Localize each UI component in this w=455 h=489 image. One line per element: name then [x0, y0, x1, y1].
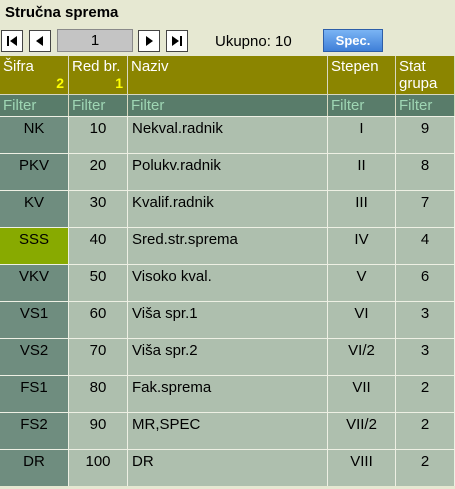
table-row[interactable]: SSS 40 Sred.str.sprema IV 4 [0, 227, 455, 264]
cell-stat-grupa[interactable]: 2 [396, 412, 455, 449]
cell-naziv[interactable]: Polukv.radnik [128, 153, 328, 190]
cell-sifra[interactable]: SSS [0, 227, 69, 264]
cell-stepen[interactable]: III [328, 190, 396, 227]
column-header-red-br[interactable]: Red br. 1 [69, 56, 128, 94]
table-row[interactable]: FS1 80 Fak.sprema VII 2 [0, 375, 455, 412]
cell-stat-grupa[interactable]: 6 [396, 264, 455, 301]
total-count: Ukupno: 10 [215, 33, 292, 50]
cell-sifra[interactable]: KV [0, 190, 69, 227]
cell-red-br[interactable]: 40 [69, 227, 128, 264]
table-row[interactable]: VKV 50 Visoko kval. V 6 [0, 264, 455, 301]
cell-stat-grupa[interactable]: 7 [396, 190, 455, 227]
cell-naziv[interactable]: Kvalif.radnik [128, 190, 328, 227]
window-title: Stručna sprema [5, 4, 119, 21]
prev-page-icon [36, 36, 43, 46]
table-row[interactable]: VS1 60 Viša spr.1 VI 3 [0, 301, 455, 338]
column-header-naziv[interactable]: Naziv [128, 56, 328, 94]
column-header-stepen[interactable]: Stepen [328, 56, 396, 94]
cell-sifra[interactable]: VS2 [0, 338, 69, 375]
cell-red-br[interactable]: 20 [69, 153, 128, 190]
column-header-sifra[interactable]: Šifra 2 [0, 56, 69, 94]
table-row[interactable]: KV 30 Kvalif.radnik III 7 [0, 190, 455, 227]
cell-stat-grupa[interactable]: 2 [396, 449, 455, 486]
cell-sifra[interactable]: VKV [0, 264, 69, 301]
filter-red-br[interactable]: Filter [69, 94, 128, 116]
cell-red-br[interactable]: 60 [69, 301, 128, 338]
page-number-field[interactable]: 1 [57, 29, 133, 52]
cell-stepen[interactable]: VI/2 [328, 338, 396, 375]
sort-order-badge: 2 [56, 75, 64, 91]
prev-page-button[interactable] [29, 30, 51, 52]
first-page-icon [7, 36, 17, 46]
table-row[interactable]: FS2 90 MR,SPEC VII/2 2 [0, 412, 455, 449]
cell-naziv[interactable]: Fak.sprema [128, 375, 328, 412]
cell-naziv[interactable]: MR,SPEC [128, 412, 328, 449]
next-page-button[interactable] [138, 30, 160, 52]
header-row: Šifra 2 Red br. 1 Naziv Stepen Stat grup… [0, 56, 455, 94]
cell-stepen[interactable]: II [328, 153, 396, 190]
table-row[interactable]: VS2 70 Viša spr.2 VI/2 3 [0, 338, 455, 375]
first-page-button[interactable] [1, 30, 23, 52]
table-row[interactable]: PKV 20 Polukv.radnik II 8 [0, 153, 455, 190]
last-page-button[interactable] [166, 30, 188, 52]
cell-naziv[interactable]: Nekval.radnik [128, 116, 328, 153]
cell-sifra[interactable]: DR [0, 449, 69, 486]
last-page-icon [172, 36, 182, 46]
cell-naziv[interactable]: Visoko kval. [128, 264, 328, 301]
cell-stat-grupa[interactable]: 8 [396, 153, 455, 190]
column-header-stat-grupa[interactable]: Stat grupa [396, 56, 455, 94]
cell-red-br[interactable]: 80 [69, 375, 128, 412]
cell-naziv[interactable]: Viša spr.2 [128, 338, 328, 375]
cell-naziv[interactable]: Sred.str.sprema [128, 227, 328, 264]
cell-stepen[interactable]: VII/2 [328, 412, 396, 449]
cell-red-br[interactable]: 50 [69, 264, 128, 301]
cell-sifra[interactable]: PKV [0, 153, 69, 190]
cell-red-br[interactable]: 30 [69, 190, 128, 227]
cell-stepen[interactable]: VIII [328, 449, 396, 486]
filter-stepen[interactable]: Filter [328, 94, 396, 116]
filter-naziv[interactable]: Filter [128, 94, 328, 116]
cell-stat-grupa[interactable]: 2 [396, 375, 455, 412]
sort-order-badge: 1 [115, 75, 123, 91]
cell-stat-grupa[interactable]: 9 [396, 116, 455, 153]
cell-sifra[interactable]: FS1 [0, 375, 69, 412]
cell-stepen[interactable]: IV [328, 227, 396, 264]
data-grid: Šifra 2 Red br. 1 Naziv Stepen Stat grup… [0, 56, 455, 486]
cell-naziv[interactable]: DR [128, 449, 328, 486]
filter-sifra[interactable]: Filter [0, 94, 69, 116]
cell-stepen[interactable]: I [328, 116, 396, 153]
cell-stat-grupa[interactable]: 3 [396, 301, 455, 338]
filter-row: Filter Filter Filter Filter Filter [0, 94, 455, 116]
cell-red-br[interactable]: 10 [69, 116, 128, 153]
spec-button[interactable]: Spec. [323, 29, 383, 52]
filter-stat-grupa[interactable]: Filter [396, 94, 455, 116]
cell-sifra[interactable]: VS1 [0, 301, 69, 338]
table-row[interactable]: NK 10 Nekval.radnik I 9 [0, 116, 455, 153]
cell-sifra[interactable]: FS2 [0, 412, 69, 449]
cell-stepen[interactable]: V [328, 264, 396, 301]
next-page-icon [146, 36, 153, 46]
cell-stat-grupa[interactable]: 3 [396, 338, 455, 375]
cell-red-br[interactable]: 70 [69, 338, 128, 375]
cell-stat-grupa[interactable]: 4 [396, 227, 455, 264]
table-row[interactable]: DR 100 DR VIII 2 [0, 449, 455, 486]
cell-red-br[interactable]: 100 [69, 449, 128, 486]
cell-sifra[interactable]: NK [0, 116, 69, 153]
cell-stepen[interactable]: VII [328, 375, 396, 412]
cell-stepen[interactable]: VI [328, 301, 396, 338]
cell-red-br[interactable]: 90 [69, 412, 128, 449]
cell-naziv[interactable]: Viša spr.1 [128, 301, 328, 338]
